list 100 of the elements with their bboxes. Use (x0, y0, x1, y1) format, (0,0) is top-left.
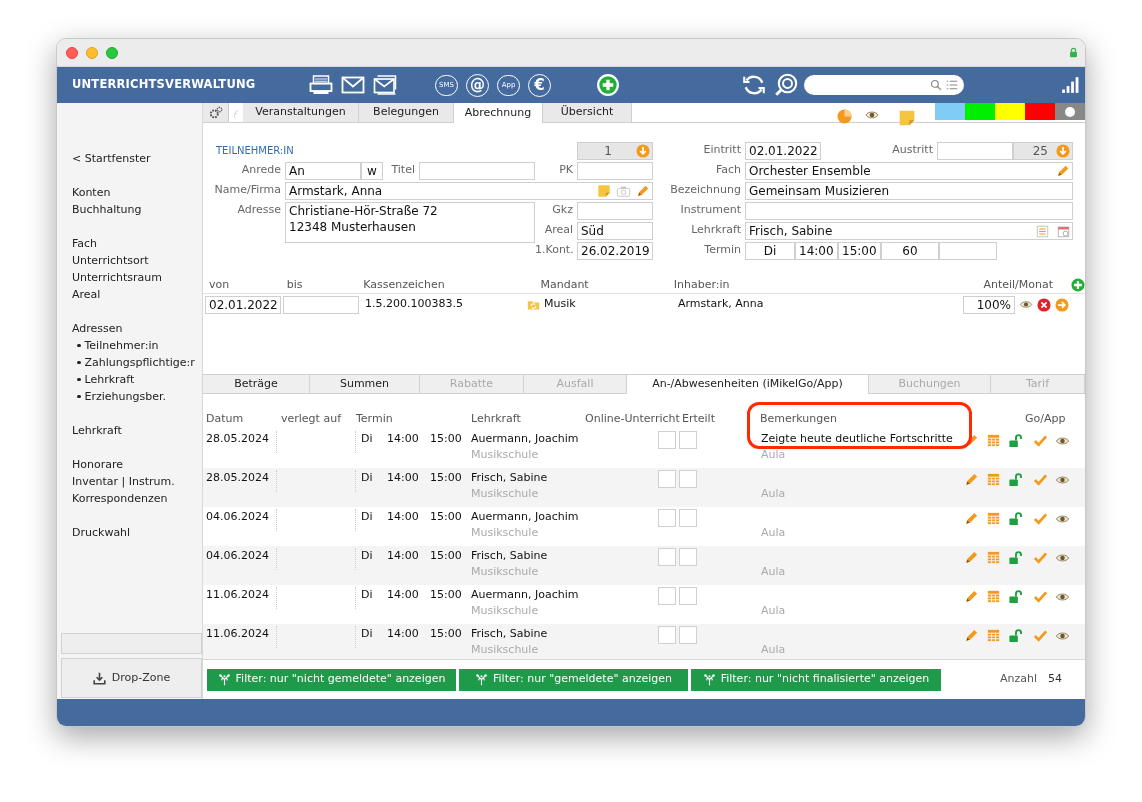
check-icon[interactable] (1033, 472, 1048, 487)
text-field[interactable] (577, 162, 653, 180)
tab[interactable]: Belegungen (359, 103, 454, 122)
tab[interactable]: Abrechnung (454, 103, 543, 123)
text-field[interactable] (577, 202, 653, 220)
text-field[interactable]: 02.01.2022 (745, 142, 821, 160)
note-icon[interactable] (898, 108, 916, 127)
text-field[interactable]: Orchester Ensemble (745, 162, 1073, 180)
search-icon[interactable] (774, 73, 798, 97)
envelopes-icon[interactable] (373, 73, 397, 97)
checkbox[interactable] (658, 470, 676, 488)
text-field[interactable]: 26.02.2019 (577, 242, 653, 260)
grid-icon[interactable] (986, 472, 1001, 487)
printer-icon[interactable] (309, 73, 333, 97)
sidebar-item[interactable]: Unterrichtsraum (72, 269, 163, 286)
text-field[interactable] (937, 142, 1013, 160)
folder-icon[interactable] (527, 298, 540, 311)
sidebar-item[interactable]: Adressen (72, 320, 123, 337)
sidebar-item[interactable]: Zahlungspflichtige:r (84, 354, 195, 371)
sidebar-item[interactable]: Teilnehmer:in (84, 337, 159, 354)
drop-zone-button[interactable]: Drop-Zone (61, 658, 202, 698)
minimize-button[interactable] (86, 46, 98, 59)
check-icon[interactable] (1033, 628, 1048, 643)
grid-icon[interactable] (986, 511, 1001, 526)
checkbox[interactable] (679, 587, 697, 605)
note-icon[interactable] (597, 184, 611, 198)
unlock-icon[interactable] (1008, 472, 1023, 487)
tab[interactable]: An-/Abwesenheiten (iMikelGo/App) (627, 375, 869, 394)
unlock-icon[interactable] (1008, 511, 1023, 526)
color-swatch[interactable] (1055, 103, 1085, 120)
sidebar-item[interactable]: Buchhaltung (72, 201, 142, 218)
text-field[interactable]: Frisch, Sabine (745, 222, 1073, 240)
checkbox[interactable] (679, 626, 697, 644)
number-field[interactable]: 25 (1013, 142, 1073, 160)
checkbox[interactable] (658, 431, 676, 449)
tab[interactable]: Beträge (203, 375, 310, 393)
checkbox[interactable] (679, 431, 697, 449)
text-field[interactable] (745, 202, 1073, 220)
dropdown-icon[interactable] (636, 144, 650, 158)
camera-icon[interactable] (616, 184, 631, 198)
unlock-icon[interactable] (1008, 550, 1023, 565)
grid-icon[interactable] (986, 589, 1001, 604)
refresh-icon[interactable] (742, 73, 766, 97)
check-icon[interactable] (1033, 433, 1048, 448)
grid-icon[interactable] (986, 550, 1001, 565)
sidebar-item[interactable]: Fach (72, 235, 98, 252)
arrow-right-icon[interactable] (1055, 297, 1069, 312)
pie-chart-icon[interactable] (837, 109, 852, 124)
check-icon[interactable] (1033, 511, 1048, 526)
checkbox[interactable] (658, 548, 676, 566)
tab[interactable]: Übersicht (543, 103, 632, 122)
checkbox[interactable] (658, 587, 676, 605)
text-field[interactable] (419, 162, 535, 180)
color-swatch[interactable] (1025, 103, 1055, 120)
list-icon[interactable] (1036, 224, 1049, 238)
pencil-icon[interactable] (964, 550, 979, 565)
unlock-icon[interactable] (1008, 589, 1023, 604)
checkbox[interactable] (658, 626, 676, 644)
text-field[interactable]: Gemeinsam Musizieren (745, 182, 1073, 200)
filter-button[interactable]: Filter: nur "nicht gemeldete" anzeigen (207, 668, 456, 691)
unlock-icon[interactable] (1008, 628, 1023, 643)
check-icon[interactable] (1033, 589, 1048, 604)
text-field[interactable]: w (361, 162, 383, 180)
zoom-button[interactable] (106, 46, 118, 59)
tool-tab[interactable] (203, 103, 229, 122)
add-icon[interactable] (1071, 278, 1085, 292)
filter-button[interactable]: Filter: nur "gemeldete" anzeigen (459, 668, 688, 691)
text-field[interactable]: 14:00 (795, 242, 838, 260)
checkbox[interactable] (679, 509, 697, 527)
tab[interactable]: Summen (310, 375, 420, 393)
text-field[interactable]: 100% (963, 295, 1015, 314)
color-swatch[interactable] (935, 103, 965, 120)
text-field[interactable]: 15:00 (838, 242, 881, 260)
color-swatch[interactable] (995, 103, 1025, 120)
text-field[interactable]: Di (745, 242, 795, 260)
sidebar-item[interactable]: Konten (72, 184, 111, 201)
text-field[interactable]: 60 (881, 242, 939, 260)
close-button[interactable] (66, 46, 78, 59)
checkbox[interactable] (658, 509, 676, 527)
pencil-icon[interactable] (964, 472, 979, 487)
sidebar-item[interactable]: Lehrkraft (72, 422, 122, 439)
add-icon[interactable] (596, 73, 620, 97)
dropdown-icon[interactable] (1056, 144, 1070, 158)
text-field[interactable]: Süd (577, 222, 653, 240)
text-field[interactable] (283, 295, 359, 314)
text-field[interactable]: 02.01.2022 (205, 295, 281, 314)
tab[interactable]: Veranstaltungen (243, 103, 359, 122)
filter-button[interactable]: Filter: nur "nicht finalisierte" anzeigen (691, 668, 941, 691)
sidebar-item[interactable]: < Startfenster (72, 150, 151, 167)
pencil-icon[interactable] (964, 589, 979, 604)
eye-icon[interactable] (1019, 298, 1033, 311)
number-field[interactable]: 1 (577, 142, 653, 160)
pencil-icon[interactable] (964, 511, 979, 526)
pencil-icon[interactable] (636, 184, 650, 198)
pencil-icon[interactable] (964, 628, 979, 643)
grid-icon[interactable] (986, 433, 1001, 448)
sidebar-item[interactable]: Lehrkraft (84, 371, 135, 388)
search-field[interactable] (804, 75, 964, 95)
sidebar-item[interactable]: Korrespondenzen (72, 490, 168, 507)
text-field[interactable]: An (285, 162, 361, 180)
